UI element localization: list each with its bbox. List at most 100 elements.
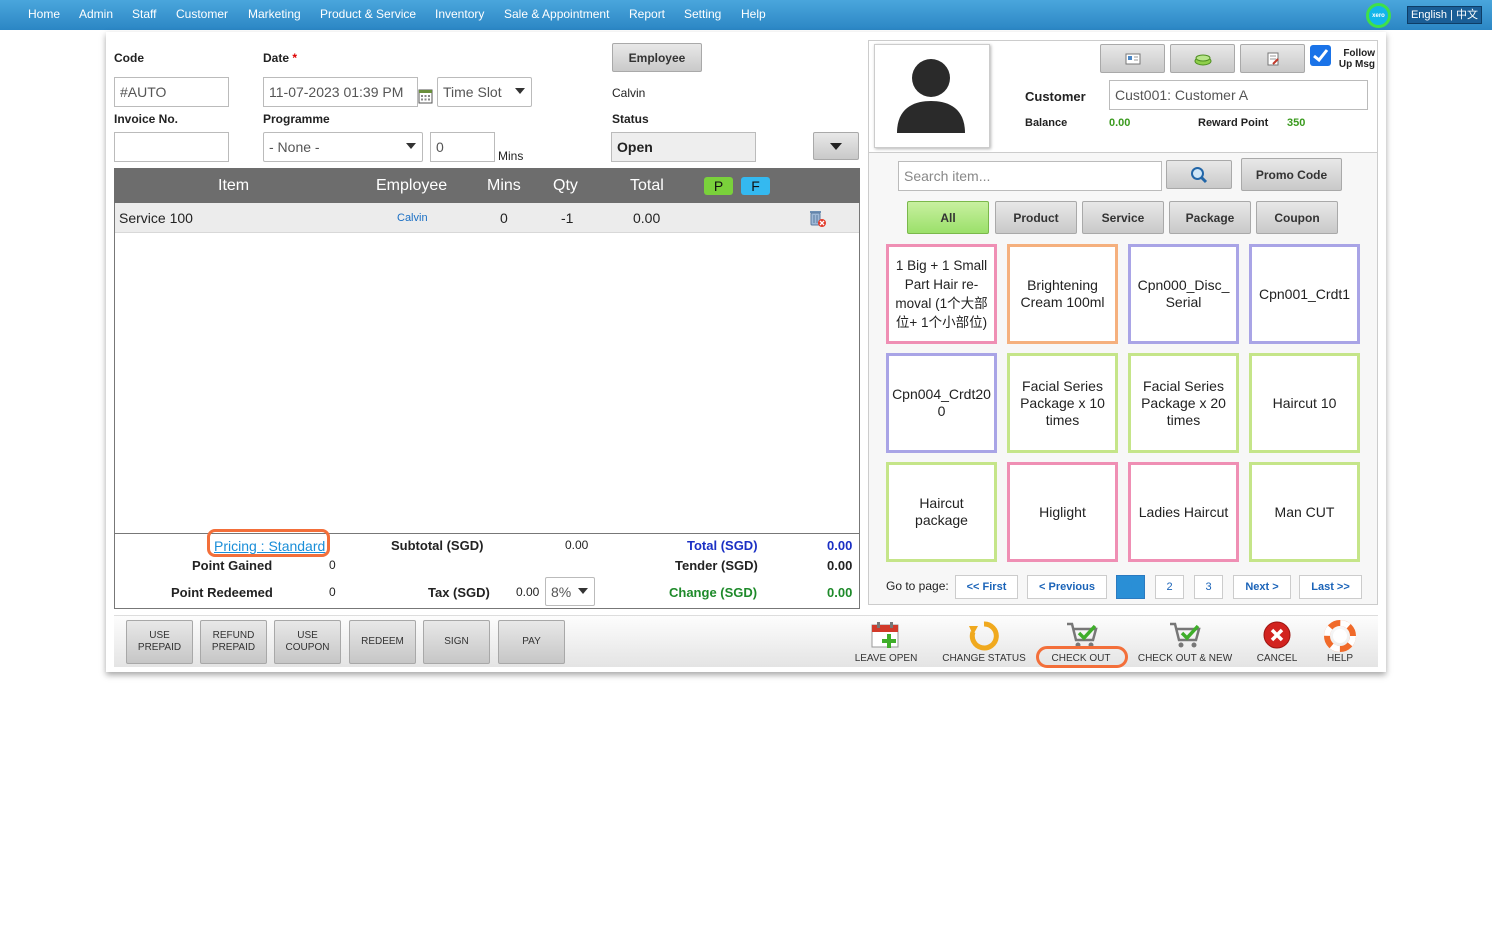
date-input[interactable]: 11-07-2023 01:39 PM [263,77,418,107]
cart-check-icon [1067,622,1098,648]
nav-marketing[interactable]: Marketing [248,7,301,21]
check-out-new-button[interactable]: CHECK OUT & NEW [1134,616,1236,668]
more-options-button[interactable] [813,132,859,160]
programme-label: Programme [263,112,330,126]
tax-rate-select[interactable]: 8% [545,577,595,606]
sign-button[interactable]: SIGN [423,620,490,664]
leave-open-button[interactable]: LEAVE OPEN [848,616,924,668]
programme-select[interactable]: - None - [263,132,423,162]
status-input[interactable]: Open [611,132,756,162]
use-coupon-button[interactable]: USE COUPON [274,620,341,664]
customer-notes-button[interactable] [1240,44,1305,73]
language-switch[interactable]: English | 中文 [1407,6,1482,24]
nav-setting[interactable]: Setting [684,7,721,21]
invoice-label: Invoice No. [114,112,179,126]
catalog-tile[interactable]: 1 Big + 1 Small Part Hair re-moval (1个大部… [886,244,997,344]
calendar-add-icon [871,622,899,648]
xero-icon[interactable]: xero [1366,3,1391,28]
row-mins: 0 [500,210,508,226]
search-input[interactable]: Search item... [898,161,1162,191]
tax-value: 0.00 [516,585,540,599]
redeem-button[interactable]: REDEEM [349,620,416,664]
page-1-button[interactable]: 1 [1116,575,1145,599]
leave-open-label: LEAVE OPEN [854,653,918,664]
nav-product-service[interactable]: Product & Service [320,7,416,21]
customer-card-button[interactable] [1100,44,1165,73]
row-qty: -1 [561,210,574,226]
page-2-button[interactable]: 2 [1155,575,1184,599]
p-badge[interactable]: P [704,177,733,195]
search-button[interactable] [1166,160,1232,189]
f-badge[interactable]: F [741,177,770,195]
page-next-button[interactable]: Next > [1233,575,1291,599]
code-input[interactable]: #AUTO [114,77,229,107]
pay-button[interactable]: PAY [498,620,565,664]
nav-admin[interactable]: Admin [79,7,113,21]
nav-home[interactable]: Home [28,7,60,21]
catalog-tile[interactable]: Brightening Cream 100ml [1007,244,1118,344]
delete-icon[interactable] [807,208,827,231]
page-3-button[interactable]: 3 [1194,575,1223,599]
filter-service[interactable]: Service [1082,201,1164,234]
nav-sale-appointment[interactable]: Sale & Appointment [504,7,609,21]
catalog-tile[interactable]: Cpn004_Crdt200 [886,353,997,453]
nav-report[interactable]: Report [629,7,665,21]
filter-coupon[interactable]: Coupon [1256,201,1338,234]
time-slot-select[interactable]: Time Slot [437,77,532,107]
help-button[interactable]: HELP [1316,616,1364,668]
point-redeemed-value: 0 [329,585,336,599]
catalog-tile[interactable]: Haircut package [886,462,997,562]
customer-money-button[interactable] [1170,44,1235,73]
col-mins: Mins [487,177,521,194]
catalog-tile[interactable]: Cpn000_Disc_Serial [1128,244,1239,344]
chevron-down-icon [578,588,588,594]
customer-input[interactable]: Cust001: Customer A [1109,80,1368,110]
catalog-tile[interactable]: Man CUT [1249,462,1360,562]
totals-panel: Pricing : Standard Point Gained 0 Point … [114,533,860,609]
follow-up-checkbox[interactable] [1310,45,1331,66]
nav-customer[interactable]: Customer [176,7,228,21]
page-first-button[interactable]: << First [955,575,1018,599]
invoice-input[interactable] [114,132,229,162]
catalog-tile[interactable]: Cpn001_Crdt1 [1249,244,1360,344]
catalog-tile[interactable]: Facial Series Package x 10 times [1007,353,1118,453]
cancel-button[interactable]: CANCEL [1250,616,1304,668]
check-out-button[interactable]: CHECK OUT [1036,616,1126,668]
total-label: Total (SGD) [687,538,758,553]
time-slot-value: Time Slot [443,84,502,100]
notes-edit-icon [1267,52,1279,65]
page-last-button[interactable]: Last >> [1299,575,1362,599]
nav-help[interactable]: Help [741,7,766,21]
nav-inventory[interactable]: Inventory [435,7,484,21]
employee-button[interactable]: Employee [612,43,702,72]
check-out-label: CHECK OUT [1051,653,1111,664]
refund-prepaid-button[interactable]: REFUND PREPAID [200,620,267,664]
filter-all[interactable]: All [907,201,989,234]
subtotal-value: 0.00 [565,538,589,552]
use-prepaid-button[interactable]: USE PREPAID [126,620,193,664]
row-item: Service 100 [119,210,193,226]
promo-code-button[interactable]: Promo Code [1241,158,1342,191]
catalog-tile[interactable]: Higlight [1007,462,1118,562]
tax-rate-value: 8% [551,583,572,600]
date-label: Date * [263,51,297,65]
catalog-tile[interactable]: Haircut 10 [1249,353,1360,453]
change-status-button[interactable]: CHANGE STATUS [938,616,1030,668]
filter-product[interactable]: Product [995,201,1077,234]
status-label: Status [612,112,649,126]
nav-staff[interactable]: Staff [132,7,156,21]
catalog-tile[interactable]: Facial Series Package x 20 times [1128,353,1239,453]
filter-package[interactable]: Package [1169,201,1251,234]
page-previous-button[interactable]: < Previous [1027,575,1107,599]
caret-down-icon [830,142,842,150]
calendar-icon[interactable] [418,88,433,104]
pricing-link[interactable]: Pricing : Standard [214,538,325,554]
mins-input[interactable]: 0 [430,132,495,162]
row-employee[interactable]: Calvin [397,212,428,224]
table-row[interactable]: Service 100 Calvin 0 -1 0.00 [115,203,859,233]
catalog-tile[interactable]: Ladies Haircut [1128,462,1239,562]
point-gained-label: Point Gained [192,558,273,573]
cart-check-new-icon [1170,622,1201,648]
row-total: 0.00 [633,210,661,226]
tax-label: Tax (SGD) [428,585,490,600]
